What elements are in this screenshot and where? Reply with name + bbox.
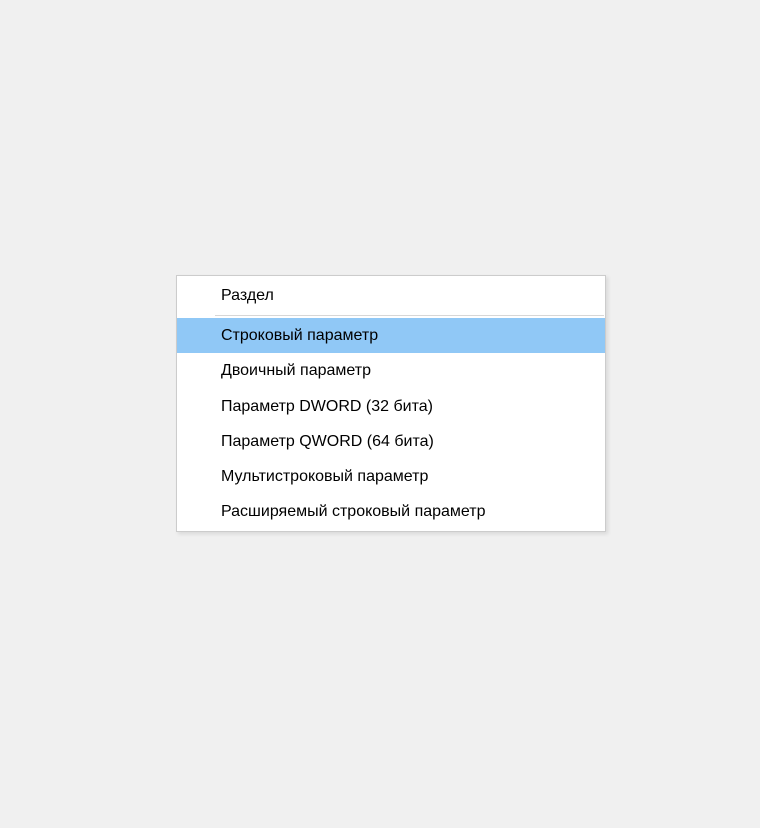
menu-item-dword-value[interactable]: Параметр DWORD (32 бита) xyxy=(177,389,605,424)
menu-item-qword-value[interactable]: Параметр QWORD (64 бита) xyxy=(177,424,605,459)
context-menu: Раздел Строковый параметр Двоичный парам… xyxy=(176,275,606,532)
menu-item-key[interactable]: Раздел xyxy=(177,278,605,313)
menu-separator xyxy=(215,315,604,316)
menu-item-binary-value[interactable]: Двоичный параметр xyxy=(177,353,605,388)
menu-item-expandable-string-value[interactable]: Расширяемый строковый параметр xyxy=(177,494,605,529)
menu-item-multistring-value[interactable]: Мультистроковый параметр xyxy=(177,459,605,494)
menu-item-string-value[interactable]: Строковый параметр xyxy=(177,318,605,353)
